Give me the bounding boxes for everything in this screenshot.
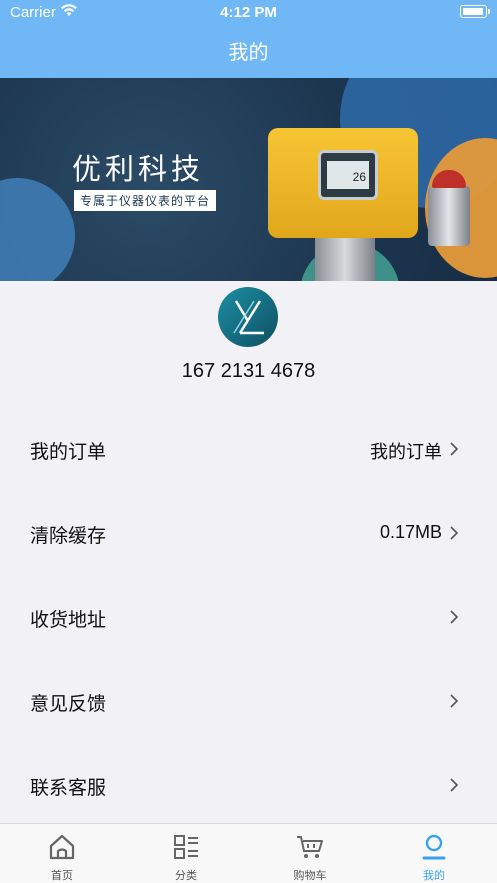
banner-decoration	[0, 178, 75, 281]
menu-item-label: 清除缓存	[30, 526, 107, 547]
tab-cart[interactable]: 购物车	[248, 824, 372, 883]
menu-item-value: 0.17MB	[379, 522, 442, 542]
page-title: 我的	[228, 42, 269, 64]
battery-icon	[460, 5, 490, 18]
banner-brand: 优利科技	[72, 154, 205, 186]
chevron-right-icon	[450, 526, 459, 540]
tab-category[interactable]: 分类	[124, 824, 248, 883]
menu-item-address[interactable]: 收货地址	[0, 575, 497, 659]
menu-item-clear-cache[interactable]: 清除缓存 0.17MB	[0, 491, 497, 575]
tab-bar: 首页 分类 购物车 我的	[0, 823, 497, 883]
tab-label: 分类	[175, 870, 197, 882]
home-icon	[49, 834, 75, 860]
chevron-right-icon	[450, 442, 459, 456]
tab-profile[interactable]: 我的	[372, 824, 496, 883]
device-reading: 26	[327, 161, 369, 189]
status-bar: Carrier 4:12 PM	[0, 0, 497, 26]
cart-icon	[297, 836, 323, 858]
menu-item-label: 意见反馈	[30, 694, 107, 715]
chevron-right-icon	[450, 694, 459, 708]
user-phone: 167 2131 4678	[181, 360, 316, 382]
profile-icon	[422, 834, 446, 860]
chevron-right-icon	[450, 778, 459, 792]
menu-list: 我的订单 我的订单 清除缓存 0.17MB 收货地址 意见反馈 联系客服	[0, 407, 497, 827]
tab-label: 首页	[51, 870, 73, 882]
category-icon	[174, 835, 198, 859]
chevron-right-icon	[450, 610, 459, 624]
menu-item-label: 收货地址	[30, 610, 107, 631]
clock: 4:12 PM	[220, 4, 277, 21]
menu-item-label: 我的订单	[30, 442, 107, 463]
tab-home[interactable]: 首页	[0, 824, 124, 883]
menu-item-orders[interactable]: 我的订单 我的订单	[0, 407, 497, 491]
header-bar: Carrier 4:12 PM 我的	[0, 0, 497, 78]
menu-item-label: 联系客服	[30, 778, 107, 799]
tab-label: 购物车	[293, 870, 327, 882]
tab-label: 我的	[423, 870, 445, 882]
banner-tagline: 专属于仪器仪表的平台	[74, 190, 217, 211]
menu-item-value: 我的订单	[370, 442, 442, 462]
banner[interactable]: 优利科技 专属于仪器仪表的平台 26	[0, 78, 497, 281]
menu-item-feedback[interactable]: 意见反馈	[0, 659, 497, 743]
alarm-unit	[428, 186, 470, 246]
menu-item-contact[interactable]: 联系客服	[0, 743, 497, 827]
device-screen: 26	[318, 150, 378, 200]
logo-icon	[233, 300, 264, 335]
avatar[interactable]	[218, 287, 278, 347]
